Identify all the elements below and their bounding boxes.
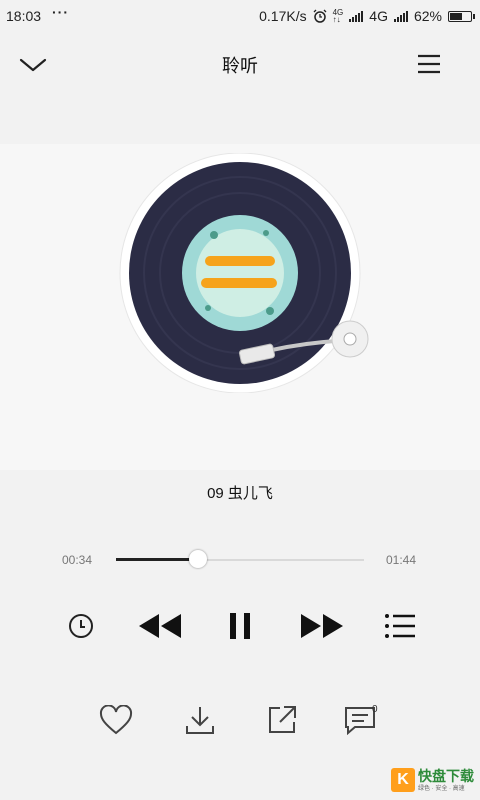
menu-icon[interactable]	[416, 52, 442, 76]
watermark-k-icon: K	[391, 768, 415, 792]
share-button[interactable]	[262, 702, 302, 738]
download-icon	[186, 707, 214, 734]
album-cover	[182, 215, 298, 331]
status-bar: 18:03 ··· 0.17K/s 4G ↑↓ 4G 62%	[0, 0, 480, 32]
battery-icon	[448, 10, 475, 22]
battery-level	[450, 12, 462, 20]
pause-button[interactable]	[220, 606, 260, 646]
alarm-icon	[313, 9, 327, 23]
page-title: 聆听	[222, 56, 258, 76]
network-type: 4G	[369, 8, 388, 24]
next-button[interactable]	[296, 606, 348, 646]
playlist-button[interactable]	[380, 606, 420, 646]
heart-icon	[99, 705, 133, 735]
watermark-logo: K 快盘下载 绿色 · 安全 · 高速	[391, 768, 474, 792]
comment-count-badge: 0	[372, 704, 378, 715]
vinyl-record	[119, 153, 369, 393]
timer-icon	[69, 614, 93, 638]
previous-button[interactable]	[134, 606, 186, 646]
signal-icon	[349, 10, 364, 22]
total-time: 01:44	[386, 553, 417, 567]
notification-dots: ···	[52, 4, 69, 20]
watermark-slogan: 绿色 · 安全 · 高速	[418, 785, 465, 792]
fast-forward-icon	[301, 614, 343, 638]
signal-icon-2	[393, 10, 408, 22]
network-speed: 0.17K/s	[259, 8, 307, 24]
current-time: 00:34	[62, 553, 93, 567]
progress-thumb[interactable]	[189, 550, 207, 568]
rewind-icon	[139, 614, 181, 638]
favorite-button[interactable]	[96, 702, 136, 738]
progress-played	[116, 558, 198, 561]
battery-percent: 62%	[413, 8, 442, 24]
status-time: 18:03	[6, 8, 42, 24]
song-title: 09 虫儿飞	[207, 485, 273, 502]
share-icon	[269, 706, 296, 733]
timer-button[interactable]	[62, 606, 100, 646]
playlist-icon	[385, 614, 415, 638]
watermark-title: 快盘下载	[418, 767, 474, 784]
pause-icon	[230, 613, 250, 639]
lte-indicator: 4G ↑↓	[332, 8, 344, 24]
status-right: 0.17K/s 4G ↑↓ 4G 62%	[259, 8, 475, 24]
download-button[interactable]	[180, 702, 220, 738]
